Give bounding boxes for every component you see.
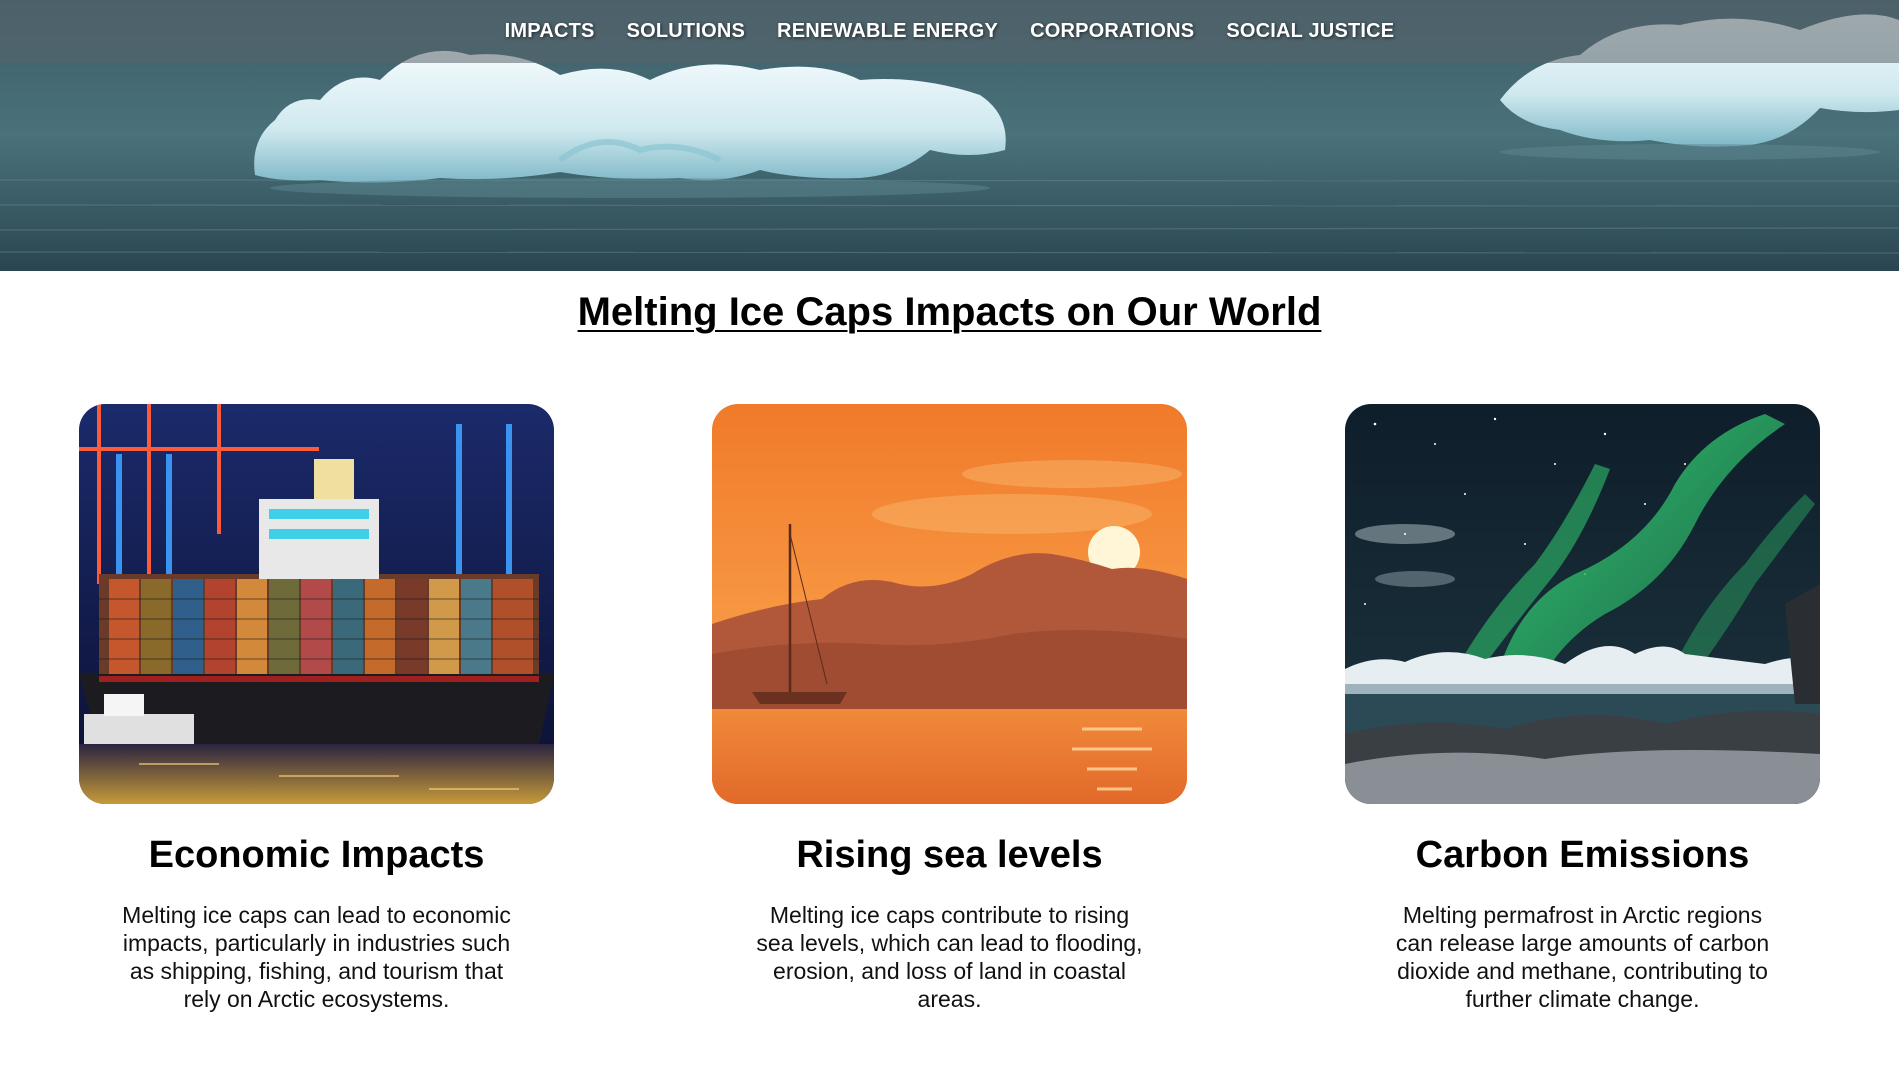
card-description: Melting ice caps contribute to rising se… [756,902,1143,1012]
nav-social-justice[interactable]: SOCIAL JUSTICE [1226,20,1394,43]
card-description: Melting permafrost in Arctic regions can… [1395,902,1770,1012]
page-title: Melting Ice Caps Impacts on Our World [577,290,1322,334]
nav-solutions[interactable]: SOLUTIONS [627,20,745,43]
card-title: Carbon Emissions [1415,834,1750,876]
sunset-sailboat-image [712,404,1187,804]
nav-corporations[interactable]: CORPORATIONS [1030,20,1194,43]
aurora-arctic-image [1345,404,1820,804]
card-title: Rising sea levels [796,834,1103,876]
container-ship-image [79,404,554,804]
nav-impacts[interactable]: IMPACTS [505,20,595,43]
card-title: Economic Impacts [148,834,485,876]
top-navigation: IMPACTS SOLUTIONS RENEWABLE ENERGY CORPO… [0,0,1899,63]
card-economic-impacts: Economic Impacts Melting ice caps can le… [79,404,554,1013]
nav-renewable-energy[interactable]: RENEWABLE ENERGY [777,20,998,43]
card-carbon-emissions: Carbon Emissions Melting permafrost in A… [1345,404,1820,1013]
card-rising-sea-levels: Rising sea levels Melting ice caps contr… [712,404,1187,1013]
card-description: Melting ice caps can lead to economic im… [122,902,511,1012]
hero-banner: IMPACTS SOLUTIONS RENEWABLE ENERGY CORPO… [0,0,1899,271]
